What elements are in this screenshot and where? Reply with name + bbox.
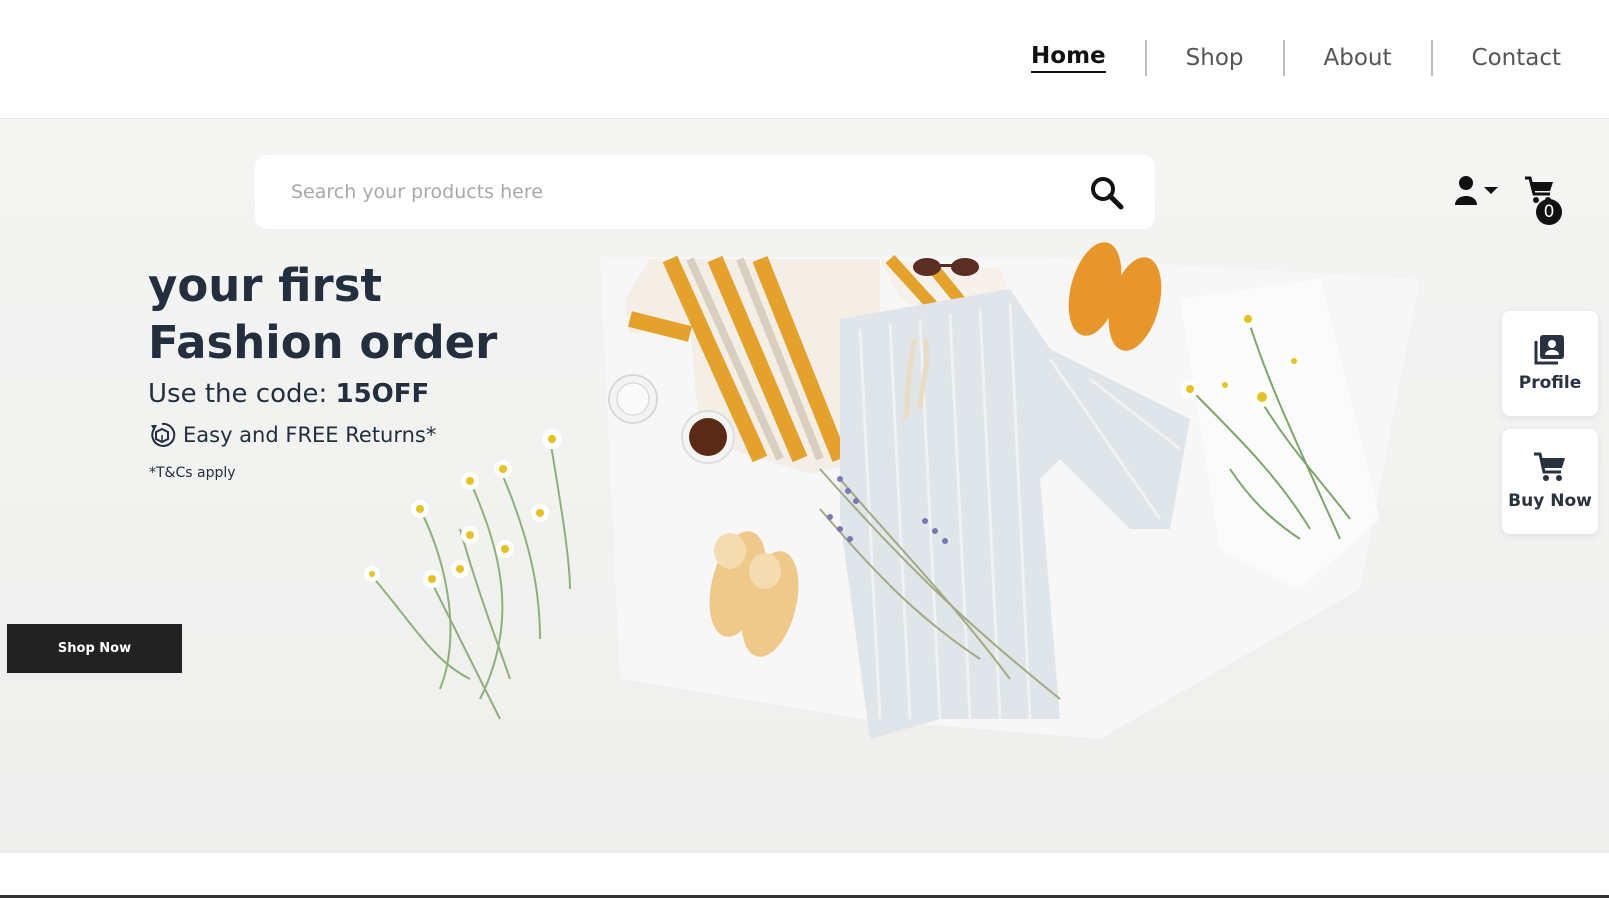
cart-icon — [1534, 452, 1565, 481]
nav-divider — [1430, 40, 1433, 76]
returns-icon — [151, 422, 176, 447]
top-navbar: Home Shop About Contact — [0, 0, 1609, 119]
user-dropdown-icon — [1455, 176, 1498, 205]
promo-code-prefix: Use the code: — [148, 379, 336, 409]
main-nav: Home Shop About Contact — [1031, 40, 1561, 76]
nav-shop[interactable]: Shop — [1186, 45, 1244, 71]
promo-code-text: Use the code: 15OFF — [148, 379, 429, 409]
nav-about[interactable]: About — [1324, 45, 1392, 71]
fashion-banner-image — [364, 242, 1420, 739]
promo-code-value: 15OFF — [335, 379, 430, 409]
nav-contact[interactable]: Contact — [1472, 45, 1561, 71]
profile-card-button[interactable]: Profile — [1502, 311, 1598, 416]
shop-now-button[interactable]: Shop Now — [7, 624, 182, 673]
terms-note: *T&Cs apply — [149, 465, 236, 481]
user-menu-button[interactable] — [1454, 175, 1500, 209]
returns-note: Easy and FREE Returns* — [148, 421, 436, 449]
hero-banner: 0 your first Fashion order Use the code:… — [0, 119, 1609, 853]
promo-headline-line1: your first — [148, 259, 382, 312]
search-input[interactable] — [255, 155, 1075, 229]
buy-now-card-button[interactable]: Buy Now — [1502, 429, 1598, 534]
nav-divider — [1144, 40, 1147, 76]
search-bar — [255, 155, 1155, 229]
buy-now-label: Buy Now — [1508, 491, 1592, 511]
search-icon — [1091, 177, 1124, 210]
nav-home[interactable]: Home — [1031, 43, 1106, 73]
nav-divider — [1282, 40, 1285, 76]
profile-book-icon — [1534, 335, 1564, 365]
promo-headline-line2: Fashion order — [148, 316, 498, 369]
cart-count-badge: 0 — [1536, 199, 1562, 225]
search-button[interactable] — [1089, 175, 1125, 211]
profile-label: Profile — [1518, 373, 1582, 393]
returns-text: Easy and FREE Returns* — [183, 423, 437, 447]
